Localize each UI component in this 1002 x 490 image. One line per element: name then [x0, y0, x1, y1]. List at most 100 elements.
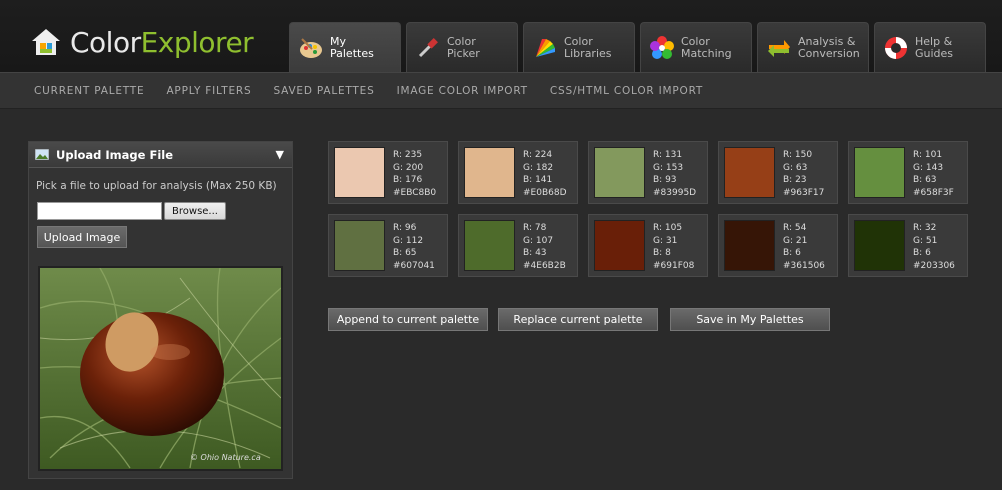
- swatch-color-chip[interactable]: [334, 220, 385, 271]
- swatch-g-value: G: 51: [913, 235, 938, 246]
- swatch-hex-value: #E0B68D: [523, 187, 567, 198]
- browse-button[interactable]: Browse...: [164, 202, 226, 220]
- upload-panel-header[interactable]: Upload Image File ▼: [29, 142, 292, 168]
- tab-lifebuoy[interactable]: Help & Guides: [874, 22, 986, 72]
- upload-image-button[interactable]: Upload Image: [37, 226, 127, 248]
- color-swatch[interactable]: R: 32 G: 51 B: 6 #203306: [848, 214, 968, 277]
- swatch-r-value: R: 96: [393, 223, 417, 233]
- swatch-color-chip[interactable]: [854, 147, 905, 198]
- swatch-hex-value: #4E6B2B: [523, 260, 566, 271]
- uploaded-image-preview: © Ohio Nature.ca: [38, 266, 283, 471]
- subnav-item-current-palette[interactable]: CURRENT PALETTE: [34, 85, 144, 97]
- palette-actions: Append to current palette Replace current…: [328, 308, 840, 331]
- swatch-values: R: 105 G: 31 B: 8 #691F08: [653, 222, 694, 272]
- swatch-values: R: 32 G: 51 B: 6 #203306: [913, 222, 955, 272]
- header: ColorExplorer My Palettes Color Picker Col…: [0, 0, 1002, 73]
- swatch-r-value: R: 32: [913, 223, 937, 233]
- append-palette-button[interactable]: Append to current palette: [328, 308, 488, 331]
- tab-label: My Palettes: [330, 35, 374, 60]
- swatch-b-value: B: 65: [393, 248, 417, 258]
- swatch-grid: R: 235 G: 200 B: 176 #EBC8B0 R: 224 G: 182 B: …: [328, 141, 968, 277]
- collapse-arrow-icon[interactable]: ▼: [276, 148, 284, 161]
- swatch-r-value: R: 131: [653, 150, 683, 160]
- color-swatch[interactable]: R: 235 G: 200 B: 176 #EBC8B0: [328, 141, 448, 204]
- main-tabs: My Palettes Color Picker Color Libraries Co…: [289, 22, 991, 73]
- swatch-color-chip[interactable]: [594, 220, 645, 271]
- tab-label: Color Picker: [447, 34, 480, 60]
- color-swatch[interactable]: R: 96 G: 112 B: 65 #607041: [328, 214, 448, 277]
- photo-caption: © Ohio Nature.ca: [190, 453, 261, 462]
- swatch-g-value: G: 182: [523, 162, 554, 173]
- swatch-b-value: B: 141: [523, 175, 553, 185]
- swatch-color-chip[interactable]: [464, 220, 515, 271]
- swatch-color-chip[interactable]: [464, 147, 515, 198]
- tab-label: Analysis & Conversion: [798, 34, 860, 60]
- swatch-values: R: 54 G: 21 B: 6 #361506: [783, 222, 825, 272]
- swatch-g-value: G: 107: [523, 235, 554, 246]
- swatch-values: R: 78 G: 107 B: 43 #4E6B2B: [523, 222, 566, 272]
- swatch-g-value: G: 153: [653, 162, 684, 173]
- swatch-values: R: 235 G: 200 B: 176 #EBC8B0: [393, 149, 436, 199]
- color-swatch[interactable]: R: 224 G: 182 B: 141 #E0B68D: [458, 141, 578, 204]
- swatch-b-value: B: 23: [783, 175, 807, 185]
- tab-label: Color Matching: [681, 34, 732, 60]
- palette-icon: [298, 35, 324, 61]
- subnav-item-apply-filters[interactable]: APPLY FILTERS: [166, 85, 251, 97]
- tab-fan-deck[interactable]: Color Libraries: [523, 22, 635, 72]
- swatch-hex-value: #361506: [783, 260, 825, 271]
- swatch-hex-value: #203306: [913, 260, 955, 271]
- swatch-color-chip[interactable]: [724, 147, 775, 198]
- image-icon: [35, 149, 49, 160]
- color-swatch[interactable]: R: 78 G: 107 B: 43 #4E6B2B: [458, 214, 578, 277]
- swatch-color-chip[interactable]: [724, 220, 775, 271]
- tab-flower[interactable]: Color Matching: [640, 22, 752, 72]
- swatch-b-value: B: 6: [913, 248, 931, 258]
- upload-description: Pick a file to upload for analysis (Max …: [36, 180, 277, 192]
- swatch-b-value: B: 63: [913, 175, 937, 185]
- app-title: ColorExplorer: [70, 25, 254, 59]
- swatch-values: R: 96 G: 112 B: 65 #607041: [393, 222, 435, 272]
- swatch-r-value: R: 54: [783, 223, 807, 233]
- swatch-r-value: R: 78: [523, 223, 547, 233]
- swatch-r-value: R: 105: [653, 223, 683, 233]
- swatch-r-value: R: 235: [393, 150, 423, 160]
- subnav-item-css-html-color-import[interactable]: CSS/HTML COLOR IMPORT: [550, 85, 703, 97]
- swatch-b-value: B: 6: [783, 248, 801, 258]
- house-logo-icon: [32, 29, 60, 55]
- swatch-r-value: R: 224: [523, 150, 553, 160]
- swatch-hex-value: #83995D: [653, 187, 697, 198]
- color-swatch[interactable]: R: 54 G: 21 B: 6 #361506: [718, 214, 838, 277]
- swatch-g-value: G: 31: [653, 235, 678, 246]
- tab-palette[interactable]: My Palettes: [289, 22, 401, 73]
- swatch-color-chip[interactable]: [854, 220, 905, 271]
- swatch-values: R: 224 G: 182 B: 141 #E0B68D: [523, 149, 567, 199]
- replace-palette-button[interactable]: Replace current palette: [498, 308, 658, 331]
- tab-convert-arrows[interactable]: Analysis & Conversion: [757, 22, 869, 72]
- color-swatch[interactable]: R: 131 G: 153 B: 93 #83995D: [588, 141, 708, 204]
- swatch-r-value: R: 101: [913, 150, 943, 160]
- swatch-b-value: B: 176: [393, 175, 423, 185]
- color-swatch[interactable]: R: 101 G: 143 B: 63 #658F3F: [848, 141, 968, 204]
- swatch-g-value: G: 112: [393, 235, 424, 246]
- sub-navigation: CURRENT PALETTE APPLY FILTERS SAVED PALETT…: [0, 72, 1002, 109]
- logo[interactable]: ColorExplorer: [30, 22, 254, 62]
- tab-eyedropper[interactable]: Color Picker: [406, 22, 518, 72]
- color-swatch[interactable]: R: 105 G: 31 B: 8 #691F08: [588, 214, 708, 277]
- swatch-hex-value: #607041: [393, 260, 435, 271]
- flower-icon: [649, 35, 675, 61]
- swatch-values: R: 150 G: 63 B: 23 #963F17: [783, 149, 824, 199]
- swatch-color-chip[interactable]: [594, 147, 645, 198]
- file-path-input[interactable]: [37, 202, 162, 220]
- subnav-item-image-color-import[interactable]: IMAGE COLOR IMPORT: [397, 85, 528, 97]
- tab-label: Color Libraries: [564, 34, 612, 60]
- swatch-hex-value: #EBC8B0: [393, 187, 437, 198]
- save-palette-button[interactable]: Save in My Palettes: [670, 308, 830, 331]
- swatch-color-chip[interactable]: [334, 147, 385, 198]
- swatch-g-value: G: 143: [913, 162, 944, 173]
- swatch-r-value: R: 150: [783, 150, 813, 160]
- convert-arrows-icon: [766, 35, 792, 61]
- color-swatch[interactable]: R: 150 G: 63 B: 23 #963F17: [718, 141, 838, 204]
- lifebuoy-icon: [883, 35, 909, 61]
- swatch-hex-value: #691F08: [653, 260, 695, 271]
- subnav-item-saved-palettes[interactable]: SAVED PALETTES: [273, 85, 374, 97]
